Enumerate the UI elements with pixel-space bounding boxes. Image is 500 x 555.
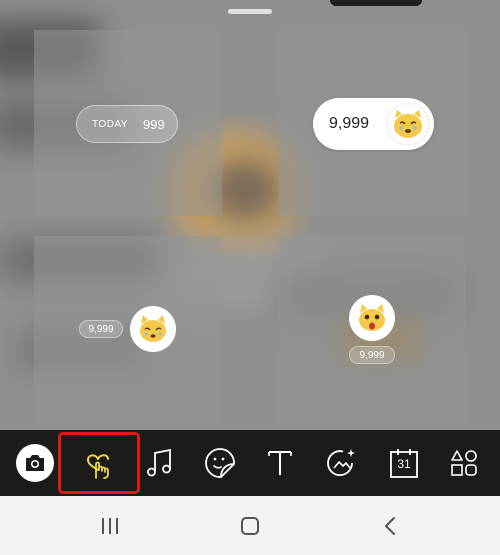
calendar-tool-button[interactable]: 31	[384, 430, 424, 496]
blurred-photo-background	[0, 0, 500, 430]
surprised-face-icon	[359, 304, 385, 331]
sparkle-image-icon	[327, 449, 355, 476]
story-editor-screen: TODAY 999 9,999 9,999 9,999 31	[0, 0, 500, 555]
calendar-day-label: 31	[397, 457, 411, 471]
back-icon	[385, 516, 395, 535]
grid-panel-bottom-left	[34, 236, 222, 424]
reaction-count: 9,999	[329, 115, 370, 132]
camera-icon	[26, 455, 44, 471]
recents-button[interactable]	[80, 496, 140, 555]
status-notch	[330, 0, 422, 6]
system-navigation-bar	[0, 496, 500, 555]
reaction-face-sticker-right[interactable]	[349, 295, 395, 341]
sheet-grabber-handle[interactable]	[228, 9, 272, 14]
effect-tool-button[interactable]	[322, 430, 362, 496]
sticker-icon	[205, 448, 235, 478]
reaction-tool-button[interactable]	[58, 430, 140, 496]
camera-button[interactable]	[14, 430, 56, 496]
crying-face-icon	[140, 315, 166, 342]
reaction-count-tag-left[interactable]: 9,999	[79, 320, 123, 338]
story-toolbar: 31	[0, 430, 500, 496]
today-label: TODAY	[92, 118, 129, 130]
back-button[interactable]	[360, 496, 420, 555]
reaction-count-tag-right[interactable]: 9,999	[349, 346, 395, 364]
home-icon	[241, 516, 259, 535]
selection-highlight-frame	[58, 432, 140, 494]
text-icon	[268, 451, 292, 475]
recents-icon	[102, 517, 118, 534]
music-note-icon	[147, 448, 171, 477]
sticker-tool-button[interactable]	[200, 430, 240, 496]
text-tool-button[interactable]	[260, 430, 300, 496]
more-tools-button[interactable]	[444, 430, 484, 496]
today-value: 999	[143, 116, 165, 132]
home-button[interactable]	[220, 496, 280, 555]
reaction-face-sticker-left[interactable]	[130, 306, 176, 352]
shapes-icon	[451, 450, 477, 476]
today-count-sticker[interactable]: TODAY 999	[76, 105, 178, 143]
music-tool-button[interactable]	[140, 430, 178, 496]
crying-face-icon	[386, 102, 430, 146]
reaction-count-sticker-large[interactable]: 9,999	[313, 98, 434, 150]
